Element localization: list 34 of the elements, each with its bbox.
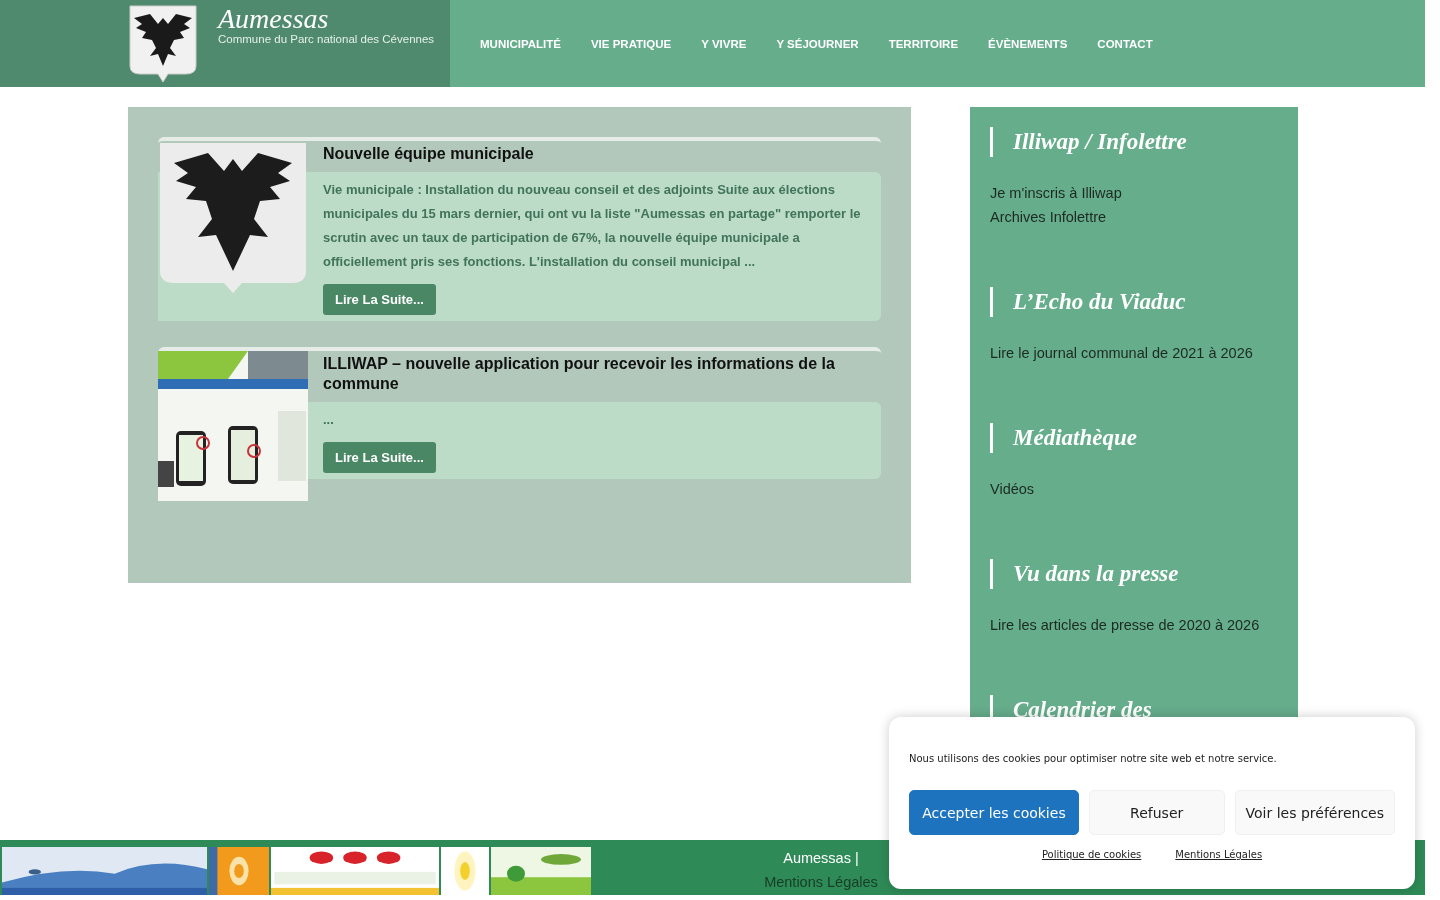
widget-title: Illiwap / Infolettre	[990, 127, 1278, 157]
post-title[interactable]: ILLIWAP – nouvelle application pour recevoir les informations de la commune	[308, 351, 881, 402]
sidebar-link[interactable]: Archives Infolettre	[990, 205, 1278, 229]
post-title[interactable]: Nouvelle équipe municipale	[308, 141, 881, 172]
footer-link[interactable]: Aumessas	[783, 850, 851, 866]
read-more-button[interactable]: Lire La Suite...	[323, 442, 436, 473]
sidebar-link[interactable]: Vidéos	[990, 477, 1278, 501]
cookie-button[interactable]: Refuser	[1088, 790, 1225, 835]
read-more-button[interactable]: Lire La Suite...	[323, 284, 436, 315]
sidebar-link[interactable]: Lire le journal communal de 2021 à 2026	[990, 341, 1278, 365]
coat-of-arms-icon[interactable]	[128, 4, 198, 84]
nav-link[interactable]: Y VIVRE	[686, 37, 762, 50]
nav-link[interactable]: VIE PRATIQUE	[575, 37, 687, 50]
widget-title: Vu dans la presse	[990, 559, 1278, 589]
widget-title: Médiathèque	[990, 423, 1278, 453]
nav-link[interactable]: MUNICIPALITÉ	[465, 37, 576, 50]
cookie-link[interactable]: Politique de cookies	[1041, 849, 1142, 860]
nav-link[interactable]: ÉVÈNEMENTS	[973, 37, 1083, 50]
link-separator: |	[854, 850, 859, 866]
cookie-link[interactable]: Mentions Légales	[1175, 849, 1263, 860]
nav-link[interactable]: TERRITOIRE	[873, 37, 974, 50]
sidebar-link[interactable]: Lire les articles de presse de 2020 à 2026	[990, 613, 1278, 637]
nav-link[interactable]: Y SÉJOURNER	[761, 37, 874, 50]
post-excerpt: ...	[323, 411, 335, 429]
footer-link[interactable]: Mentions Légales	[764, 874, 878, 890]
cookie-button[interactable]: Voir les préférences	[1234, 790, 1395, 835]
site-tagline: Commune du Parc national des Cévennes	[218, 33, 435, 46]
site-title[interactable]: Aumessas	[218, 4, 435, 34]
widget-title: L’Echo du Viaduc	[990, 287, 1278, 317]
sidebar-link[interactable]: Je m'inscris à Illiwap	[990, 181, 1278, 205]
nav-link[interactable]: CONTACT	[1082, 37, 1168, 50]
cookie-message: Nous utilisons des cookies pour optimiser notre site web et notre service.	[909, 753, 1278, 764]
cookie-button[interactable]: Accepter les cookies	[909, 790, 1079, 835]
post-excerpt: Vie municipale : Installation du nouveau conseil et des adjoints Suite aux élections municipales du 15 mars dernier, qui ont vu la liste "Aumessas en partage" remporter le scrutin avec un taux de participation de 67%, la nouvelle équipe municipale a officiellement pris ses fonctions. L'installation du conseil municipal ...	[323, 181, 862, 271]
